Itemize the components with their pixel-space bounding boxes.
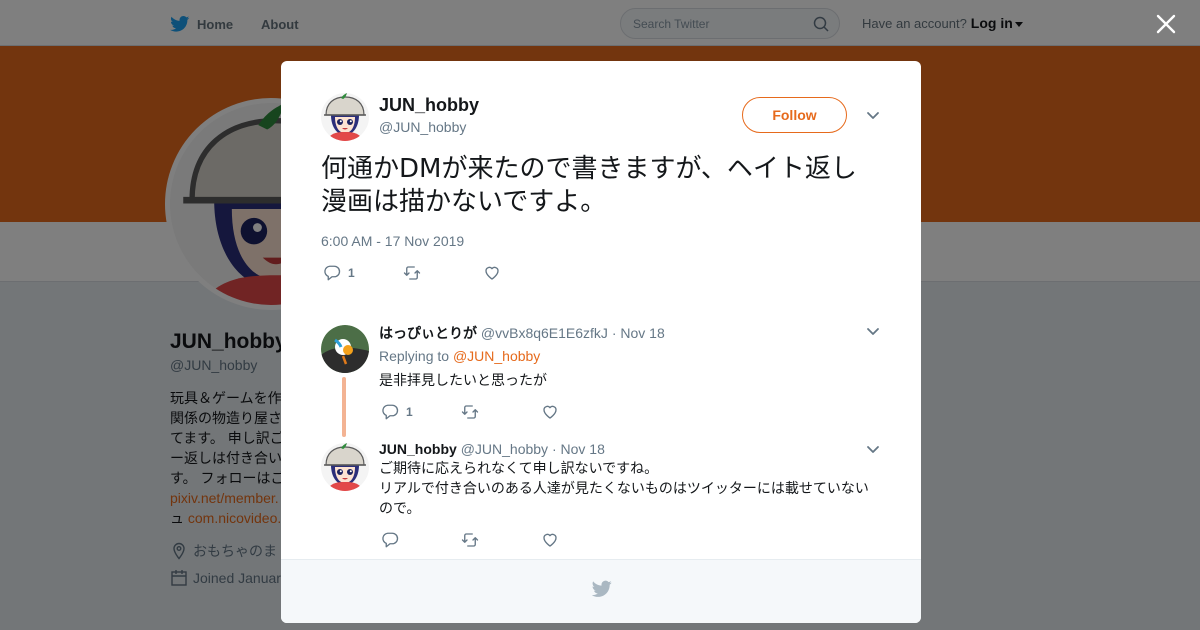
- reply-actions: [381, 531, 621, 549]
- reply-button[interactable]: 1: [381, 403, 461, 421]
- replying-to-prefix: Replying to: [379, 348, 450, 364]
- avatar-image: [321, 443, 369, 491]
- retweet-button[interactable]: [461, 403, 541, 421]
- replying-to-mention[interactable]: @JUN_hobby: [453, 348, 540, 364]
- reply-icon: [381, 403, 399, 421]
- tweet-timestamp[interactable]: 6:00 AM - 17 Nov 2019: [321, 233, 464, 249]
- like-button[interactable]: [483, 264, 563, 282]
- thread-connector: [342, 377, 346, 437]
- reply-header: JUN_hobby @JUN_hobby · Nov 18: [379, 441, 605, 457]
- reply-actions: 1: [381, 403, 621, 421]
- avatar-image: [321, 93, 369, 141]
- reply-text-line: リアルで付き合いのある人達が見たくないものはツイッターには載せていないので。: [379, 481, 869, 517]
- reply-author-handle[interactable]: @vvBx8q6E1E6zfkJ: [481, 325, 608, 341]
- modal-footer: [281, 559, 921, 623]
- avatar[interactable]: [321, 93, 369, 141]
- reply-count: 1: [406, 405, 413, 419]
- close-icon[interactable]: [1156, 14, 1176, 34]
- like-button[interactable]: [541, 403, 621, 421]
- avatar[interactable]: [321, 443, 369, 491]
- chevron-down-icon[interactable]: [866, 445, 880, 455]
- retweet-icon: [403, 264, 421, 282]
- tweet-author-handle[interactable]: @JUN_hobby: [379, 119, 466, 135]
- heart-icon: [483, 264, 501, 282]
- chevron-down-icon[interactable]: [866, 111, 880, 121]
- reply-button[interactable]: 1: [323, 264, 403, 282]
- heart-icon: [541, 403, 559, 421]
- reply-text: ご期待に応えられなくて申し訳ないですね。 リアルで付き合いのある人達が見たくない…: [379, 459, 879, 519]
- reply-text-line: ご期待に応えられなくて申し訳ないですね。: [379, 461, 659, 477]
- follow-button[interactable]: Follow: [742, 97, 847, 133]
- reply-text: 是非拝見したいと思ったが: [379, 373, 547, 389]
- reply-button[interactable]: [381, 531, 461, 549]
- reply-date[interactable]: · Nov 18: [552, 441, 605, 457]
- reply-author-name[interactable]: はっぴぃとりが: [379, 325, 477, 341]
- reply-author-handle[interactable]: @JUN_hobby: [461, 441, 548, 457]
- retweet-icon: [461, 531, 479, 549]
- replying-to: Replying to @JUN_hobby: [379, 348, 540, 364]
- tweet-text: 何通かDMが来たので書きますが、ヘイト返し漫画は描かないですよ。: [321, 154, 857, 217]
- retweet-icon: [461, 403, 479, 421]
- tweet-author-name[interactable]: JUN_hobby: [379, 95, 479, 116]
- retweet-button[interactable]: [461, 531, 541, 549]
- avatar[interactable]: [321, 325, 369, 373]
- reply-date[interactable]: · Nov 18: [612, 325, 665, 341]
- like-button[interactable]: [541, 531, 621, 549]
- reply-icon: [323, 264, 341, 282]
- twitter-bird-icon: [592, 580, 612, 598]
- reply-count: 1: [348, 266, 355, 280]
- avatar-image: [321, 325, 369, 373]
- retweet-button[interactable]: [403, 264, 483, 282]
- reply-header: はっぴぃとりが @vvBx8q6E1E6zfkJ · Nov 18: [379, 323, 665, 343]
- chevron-down-icon[interactable]: [866, 327, 880, 337]
- tweet-actions: 1: [323, 264, 563, 282]
- reply-icon: [381, 531, 399, 549]
- tweet-modal: JUN_hobby @JUN_hobby Follow 何通かDMが来たので書き…: [281, 61, 921, 623]
- heart-icon: [541, 531, 559, 549]
- reply-author-name[interactable]: JUN_hobby: [379, 441, 457, 457]
